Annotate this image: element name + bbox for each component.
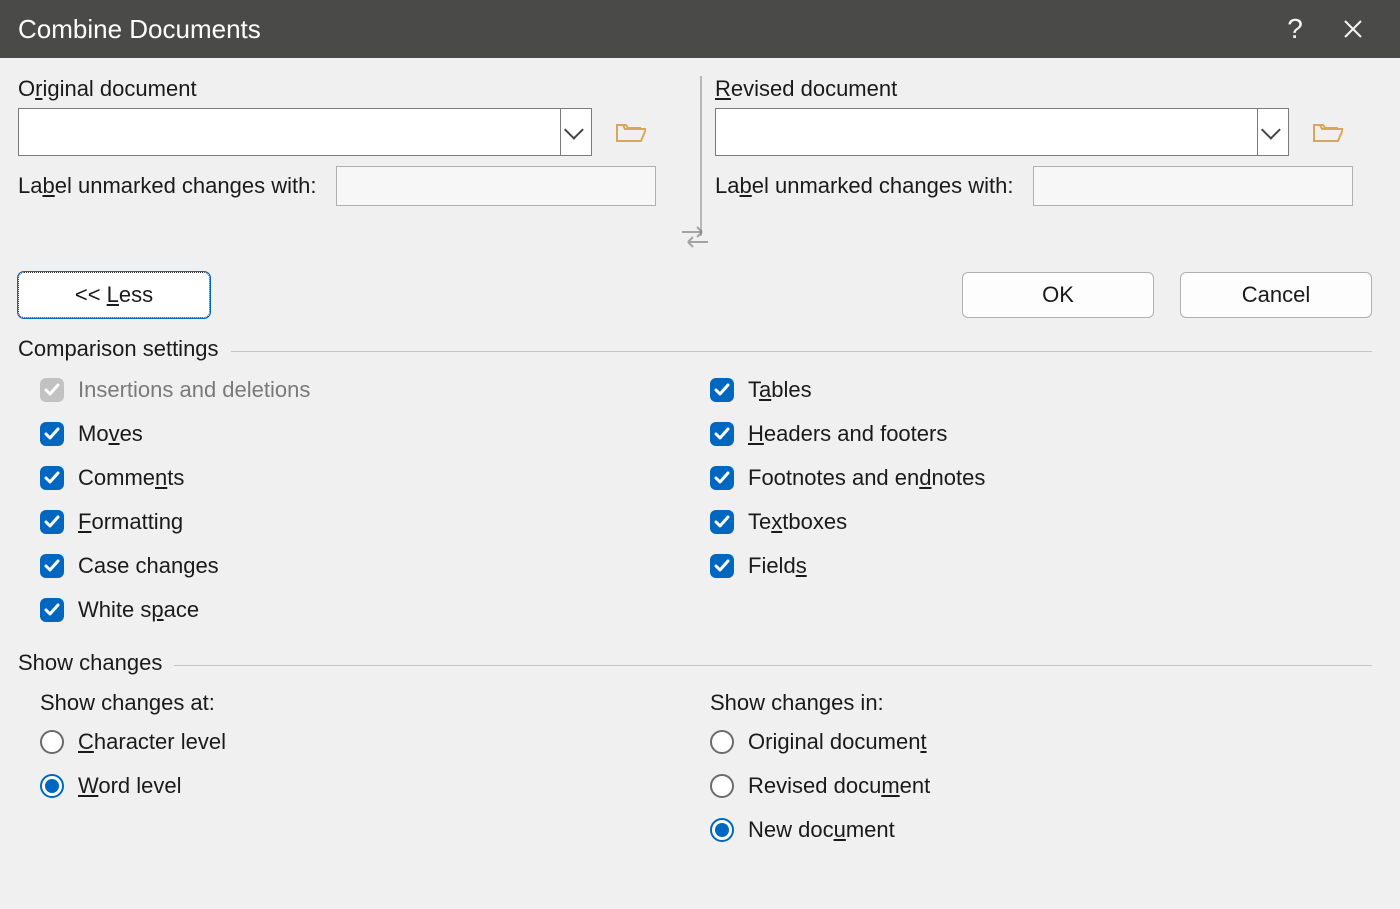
show-changes-in-col: Show changes in: Original document Revise…	[688, 682, 1358, 852]
checkbox-whitespace[interactable]: White space	[40, 588, 688, 632]
checkbox-box	[40, 378, 64, 402]
show-changes-in-label: Show changes in:	[710, 690, 1358, 716]
radio-label: New document	[748, 817, 895, 843]
comparison-settings-header: Comparison settings	[18, 336, 1372, 362]
checkbox-box[interactable]	[40, 422, 64, 446]
original-document-dropdown-button[interactable]	[560, 108, 592, 156]
folder-open-icon[interactable]	[1313, 120, 1343, 144]
checkbox-box[interactable]	[710, 510, 734, 534]
checkbox-label: Comments	[78, 465, 184, 491]
checkbox-box[interactable]	[710, 378, 734, 402]
checkbox-label: Footnotes and endnotes	[748, 465, 985, 491]
checkbox-insertions: Insertions and deletions	[40, 368, 688, 412]
titlebar: Combine Documents ?	[0, 0, 1400, 58]
checkbox-box[interactable]	[40, 510, 64, 534]
original-unmarked-input[interactable]	[336, 166, 656, 206]
revised-document-input[interactable]	[715, 108, 1257, 156]
radio-button[interactable]	[710, 818, 734, 842]
checkbox-label: Insertions and deletions	[78, 377, 310, 403]
checkbox-label: Fields	[748, 553, 807, 579]
radio-label: Word level	[78, 773, 182, 799]
radio-button[interactable]	[40, 774, 64, 798]
original-document-section: Original document Label unmarked changes…	[18, 76, 675, 206]
chevron-down-icon	[1261, 120, 1281, 140]
checkbox-box[interactable]	[40, 466, 64, 490]
checkbox-label: Headers and footers	[748, 421, 947, 447]
radio-in-rev[interactable]: Revised document	[710, 764, 1358, 808]
revised-document-label: Revised document	[715, 76, 1372, 102]
radio-button[interactable]	[710, 774, 734, 798]
dialog-title: Combine Documents	[18, 14, 1266, 45]
chevron-down-icon	[564, 120, 584, 140]
checkbox-label: White space	[78, 597, 199, 623]
original-unmarked-label: Label unmarked changes with:	[18, 173, 316, 199]
checkbox-label: Tables	[748, 377, 812, 403]
revised-document-section: Revised document Label unmarked changes …	[715, 76, 1372, 206]
checkbox-box[interactable]	[710, 422, 734, 446]
revised-unmarked-input[interactable]	[1033, 166, 1353, 206]
checkbox-fields[interactable]: Fields	[710, 544, 1358, 588]
original-document-combo[interactable]	[18, 108, 592, 156]
ok-button[interactable]: OK	[962, 272, 1154, 318]
revised-document-dropdown-button[interactable]	[1257, 108, 1289, 156]
close-icon[interactable]	[1324, 19, 1382, 39]
documents-row: Original document Label unmarked changes…	[18, 76, 1372, 206]
radio-label: Character level	[78, 729, 226, 755]
radio-in-orig[interactable]: Original document	[710, 720, 1358, 764]
checkbox-comments[interactable]: Comments	[40, 456, 688, 500]
checkbox-box[interactable]	[710, 466, 734, 490]
dialog-buttons-row: << Less OK Cancel	[18, 272, 1372, 318]
radio-at-word[interactable]: Word level	[40, 764, 688, 808]
radio-button[interactable]	[40, 730, 64, 754]
checkbox-label: Formatting	[78, 509, 183, 535]
checkbox-moves[interactable]: Moves	[40, 412, 688, 456]
comparison-right-col: Tables Headers and footers Footnotes and e…	[688, 368, 1358, 632]
show-changes-header: Show changes	[18, 650, 1372, 676]
checkbox-formatting[interactable]: Formatting	[40, 500, 688, 544]
radio-label: Revised document	[748, 773, 930, 799]
checkbox-headers[interactable]: Headers and footers	[710, 412, 1358, 456]
folder-open-icon[interactable]	[616, 120, 646, 144]
checkbox-label: Case changes	[78, 553, 219, 579]
comparison-left-col: Insertions and deletions Moves Comments For…	[18, 368, 688, 632]
checkbox-label: Textboxes	[748, 509, 847, 535]
checkbox-box[interactable]	[40, 554, 64, 578]
checkbox-footnotes[interactable]: Footnotes and endnotes	[710, 456, 1358, 500]
radio-button[interactable]	[710, 730, 734, 754]
radio-label: Original document	[748, 729, 927, 755]
original-document-label: Original document	[18, 76, 675, 102]
show-changes-at-col: Show changes at: Character level Word lev…	[18, 682, 688, 852]
revised-unmarked-label: Label unmarked changes with:	[715, 173, 1013, 199]
checkbox-tables[interactable]: Tables	[710, 368, 1358, 412]
checkbox-textboxes[interactable]: Textboxes	[710, 500, 1358, 544]
checkbox-box[interactable]	[40, 598, 64, 622]
checkbox-box[interactable]	[710, 554, 734, 578]
show-changes-at-label: Show changes at:	[40, 690, 688, 716]
original-document-input[interactable]	[18, 108, 560, 156]
help-icon[interactable]: ?	[1266, 13, 1324, 45]
checkbox-case[interactable]: Case changes	[40, 544, 688, 588]
swap-documents-icon[interactable]	[680, 224, 710, 250]
radio-in-new[interactable]: New document	[710, 808, 1358, 852]
revised-document-combo[interactable]	[715, 108, 1289, 156]
vertical-separator	[700, 76, 702, 236]
cancel-button[interactable]: Cancel	[1180, 272, 1372, 318]
less-button[interactable]: << Less	[18, 272, 210, 318]
radio-at-char[interactable]: Character level	[40, 720, 688, 764]
checkbox-label: Moves	[78, 421, 143, 447]
